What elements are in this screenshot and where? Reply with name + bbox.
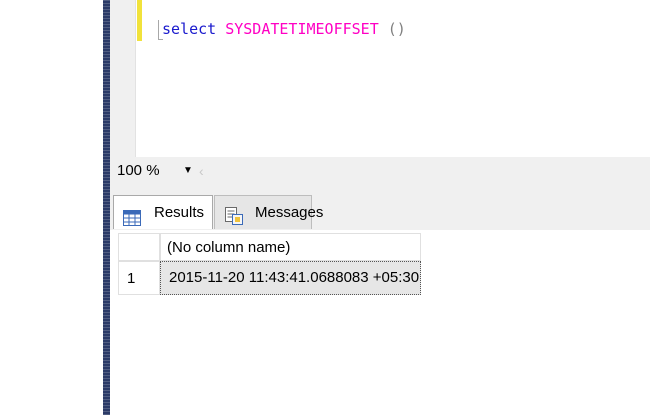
- sql-keyword: select: [162, 20, 217, 38]
- change-marker: [137, 0, 142, 41]
- tab-messages[interactable]: Messages: [214, 195, 323, 229]
- results-tab-bar: Results Messages: [110, 186, 650, 231]
- sql-function: SYSDATETIMEOFFSET: [225, 20, 379, 38]
- left-blank-area: [0, 0, 103, 415]
- tab-results-label: Results: [154, 204, 205, 221]
- tab-messages-label: Messages: [255, 204, 324, 221]
- results-grid: (No column name) 1 2015-11-20 11:43:41.0…: [110, 230, 650, 415]
- zoom-dropdown[interactable]: 100 % ▼: [115, 160, 199, 182]
- result-cell[interactable]: 2015-11-20 11:43:41.0688083 +05:30: [160, 261, 421, 295]
- table-row: 1 2015-11-20 11:43:41.0688083 +05:30: [118, 261, 421, 295]
- column-header[interactable]: (No column name): [160, 233, 421, 261]
- code-line[interactable]: select SYSDATETIMEOFFSET (): [158, 19, 406, 40]
- zoom-value: 100 %: [117, 162, 160, 179]
- row-number[interactable]: 1: [118, 261, 160, 295]
- zoom-bar: 100 % ▼ ‹: [110, 157, 650, 186]
- scroll-left-icon[interactable]: ‹: [199, 160, 204, 182]
- grid-corner[interactable]: [118, 233, 160, 261]
- grid-header-row: (No column name): [118, 233, 421, 261]
- query-editor[interactable]: select SYSDATETIMEOFFSET (): [110, 0, 650, 157]
- editor-gutter: [110, 0, 136, 157]
- dropdown-arrow-icon[interactable]: ▼: [183, 160, 193, 182]
- tab-results[interactable]: Results: [113, 195, 213, 229]
- window-frame-bar: [103, 0, 110, 415]
- sql-args: (): [378, 20, 406, 38]
